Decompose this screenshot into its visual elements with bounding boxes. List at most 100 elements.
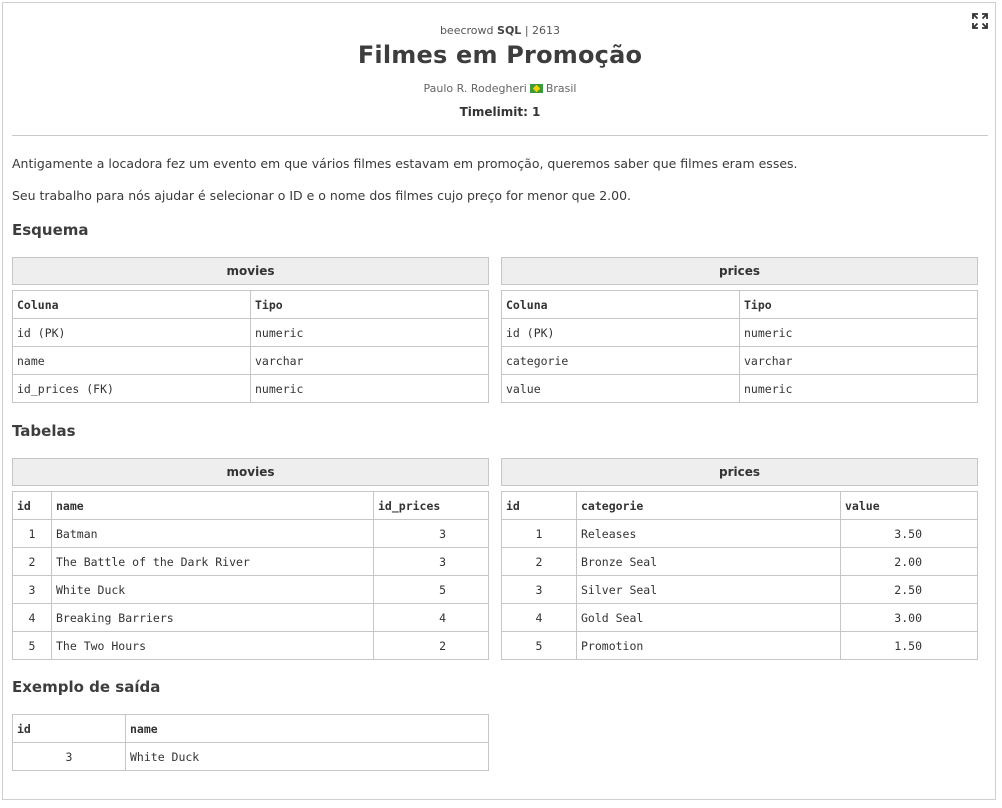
column-header: Coluna: [12, 290, 251, 319]
table-cell: 1: [501, 519, 577, 548]
table-row: 4 Gold Seal 3.00: [501, 603, 978, 632]
page-title: Filmes em Promoção: [357, 41, 643, 69]
table-cell: White Duck: [51, 575, 374, 604]
column-header: name: [51, 491, 374, 520]
table-cell: 4: [501, 603, 577, 632]
table-row: 3 White Duck 5: [12, 575, 489, 604]
table-row: 3 White Duck: [12, 742, 489, 771]
table-cell: 5: [12, 631, 52, 660]
author-country: Brasil: [545, 82, 577, 95]
problem-number: 2613: [532, 24, 561, 37]
column-header: Tipo: [250, 290, 489, 319]
problem-source: beecrowd SQL | 2613: [3, 24, 997, 37]
table-row: id_prices (FK) numeric: [12, 374, 489, 403]
column-header: name: [125, 714, 489, 743]
table-cell: 4: [373, 603, 489, 632]
table-row: 3 Silver Seal 2.50: [501, 575, 978, 604]
table-cell: 2.50: [840, 575, 978, 604]
author-name[interactable]: Paulo R. Rodegheri: [424, 82, 527, 95]
source-separator: |: [524, 24, 529, 37]
table-row: 5 Promotion 1.50: [501, 631, 978, 660]
table-cell: 5: [501, 631, 577, 660]
prices-data-table: id categorie value 1 Releases 3.50 2 Bronze…: [501, 491, 978, 660]
table-row: name varchar: [12, 346, 489, 375]
table-cell: 3: [373, 519, 489, 548]
table-cell: Promotion: [576, 631, 841, 660]
table-cell: 3.00: [840, 603, 978, 632]
table-cell: 3: [373, 547, 489, 576]
table-cell: name: [12, 346, 251, 375]
table-row: 1 Batman 3: [12, 519, 489, 548]
author-line: Paulo R. Rodegheri Brasil: [3, 82, 997, 95]
table-header-row: Coluna Tipo: [12, 290, 489, 319]
problem-panel: beecrowd SQL | 2613 Filmes em Promoção P…: [2, 2, 996, 800]
tables-heading: Tabelas: [12, 422, 76, 440]
table-cell: Releases: [576, 519, 841, 548]
source-prefix: beecrowd: [439, 24, 494, 37]
column-header: value: [840, 491, 978, 520]
table-cell: varchar: [739, 346, 978, 375]
table-cell: id_prices (FK): [12, 374, 251, 403]
table-row: 1 Releases 3.50: [501, 519, 978, 548]
table-row: 2 The Battle of the Dark River 3: [12, 547, 489, 576]
schema-prices-caption: prices: [501, 257, 978, 285]
column-header: id: [12, 714, 126, 743]
table-cell: 3: [501, 575, 577, 604]
schema-prices-table: Coluna Tipo id (PK) numeric categorie varc…: [501, 290, 978, 403]
brazil-flag-icon: [529, 84, 543, 93]
table-cell: 1: [12, 519, 52, 548]
table-header-row: id categorie value: [501, 491, 978, 520]
header-divider: [12, 135, 988, 136]
table-cell: 2.00: [840, 547, 978, 576]
table-cell: 4: [12, 603, 52, 632]
table-cell: numeric: [250, 374, 489, 403]
timelimit: Timelimit: 1: [459, 105, 541, 119]
table-cell: numeric: [739, 374, 978, 403]
output-heading: Exemplo de saída: [12, 678, 161, 696]
table-row: id (PK) numeric: [501, 318, 978, 347]
table-cell: categorie: [501, 346, 740, 375]
description-paragraph-1: Antigamente a locadora fez um evento em …: [12, 156, 798, 171]
table-cell: 2: [501, 547, 577, 576]
table-cell: numeric: [250, 318, 489, 347]
table-cell: White Duck: [125, 742, 489, 771]
table-cell: 3: [12, 575, 52, 604]
table-cell: value: [501, 374, 740, 403]
prices-table-caption: prices: [501, 458, 978, 486]
table-row: id (PK) numeric: [12, 318, 489, 347]
table-cell: The Battle of the Dark River: [51, 547, 374, 576]
table-cell: 3: [12, 742, 126, 771]
table-cell: Batman: [51, 519, 374, 548]
movies-table-caption: movies: [12, 458, 489, 486]
table-cell: Silver Seal: [576, 575, 841, 604]
table-cell: 5: [373, 575, 489, 604]
column-header: id_prices: [373, 491, 489, 520]
table-row: categorie varchar: [501, 346, 978, 375]
schema-movies-table: Coluna Tipo id (PK) numeric name varchar i…: [12, 290, 489, 403]
column-header: categorie: [576, 491, 841, 520]
movies-data-table: id name id_prices 1 Batman 3 2 The Battle o…: [12, 491, 489, 660]
table-header-row: id name id_prices: [12, 491, 489, 520]
table-cell: 3.50: [840, 519, 978, 548]
table-row: 4 Breaking Barriers 4: [12, 603, 489, 632]
table-cell: varchar: [250, 346, 489, 375]
table-cell: id (PK): [501, 318, 740, 347]
output-table: id name 3 White Duck: [12, 714, 489, 771]
column-header: id: [501, 491, 577, 520]
table-header-row: id name: [12, 714, 489, 743]
column-header: Tipo: [739, 290, 978, 319]
table-header-row: Coluna Tipo: [501, 290, 978, 319]
table-cell: Bronze Seal: [576, 547, 841, 576]
table-cell: Gold Seal: [576, 603, 841, 632]
table-cell: 1.50: [840, 631, 978, 660]
table-cell: id (PK): [12, 318, 251, 347]
column-header: Coluna: [501, 290, 740, 319]
description-paragraph-2: Seu trabalho para nós ajudar é seleciona…: [12, 188, 632, 203]
table-cell: 2: [12, 547, 52, 576]
table-cell: numeric: [739, 318, 978, 347]
table-row: 5 The Two Hours 2: [12, 631, 489, 660]
table-cell: 2: [373, 631, 489, 660]
table-cell: Breaking Barriers: [51, 603, 374, 632]
schema-heading: Esquema: [12, 221, 89, 239]
table-cell: The Two Hours: [51, 631, 374, 660]
